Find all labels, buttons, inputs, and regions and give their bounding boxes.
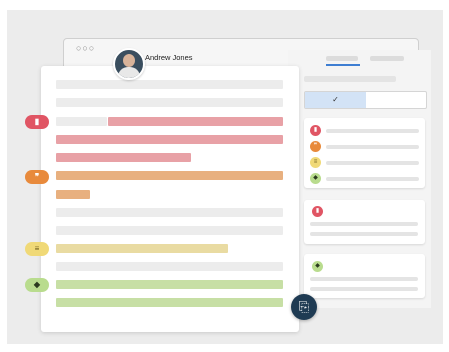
text-line: [56, 80, 283, 89]
summary-line: [326, 129, 419, 133]
graduation-cap-icon[interactable]: ◆: [25, 278, 49, 292]
comment-line: [310, 232, 418, 236]
panel-heading-placeholder: [304, 76, 396, 82]
summary-line: [326, 161, 419, 165]
quote-icon[interactable]: ❞: [25, 170, 49, 184]
panel-tab-2[interactable]: [370, 56, 404, 61]
quote-highlight[interactable]: [56, 171, 283, 180]
evidence-tag-dot: ▮: [312, 206, 323, 217]
summary-line: [326, 145, 419, 149]
text-line: [56, 226, 283, 235]
education-tag-dot: ◆: [310, 173, 321, 184]
segment-checked[interactable]: ✓: [305, 92, 366, 108]
evidence-tag-dot: ▮: [310, 125, 321, 136]
active-tab-indicator: [326, 64, 360, 66]
window-controls[interactable]: ○○○: [76, 43, 95, 53]
comment-line: [310, 277, 418, 281]
comment-line: [310, 222, 418, 226]
evidence-highlight[interactable]: [108, 117, 283, 126]
education-highlight[interactable]: [56, 298, 283, 307]
quote-tag-dot: ❞: [310, 141, 321, 152]
evidence-highlight[interactable]: [56, 153, 191, 162]
quote-highlight[interactable]: [56, 190, 90, 199]
avatar[interactable]: [113, 48, 145, 80]
education-tag-dot: ◆: [312, 261, 323, 272]
document-page: [41, 66, 299, 332]
text-line: [56, 208, 283, 217]
text-line: [56, 262, 283, 271]
panel-tab-1[interactable]: [326, 56, 358, 61]
segmented-control[interactable]: ✓: [304, 91, 427, 109]
education-highlight[interactable]: [56, 280, 283, 289]
notes-highlight[interactable]: [56, 244, 228, 253]
notes-tag-dot: ≡: [310, 157, 321, 168]
summary-line: [326, 177, 419, 181]
notes-icon[interactable]: ≡: [25, 242, 49, 256]
avatar-head: [123, 54, 135, 67]
text-line: [56, 117, 107, 126]
user-name: Andrew Jones: [145, 53, 193, 62]
clipboard-icon[interactable]: ▮: [25, 115, 49, 129]
evidence-highlight[interactable]: [56, 135, 283, 144]
text-line: [56, 98, 283, 107]
export-icon[interactable]: ⎘: [291, 294, 317, 320]
comment-card-2[interactable]: [304, 254, 425, 298]
comment-line: [310, 287, 418, 291]
